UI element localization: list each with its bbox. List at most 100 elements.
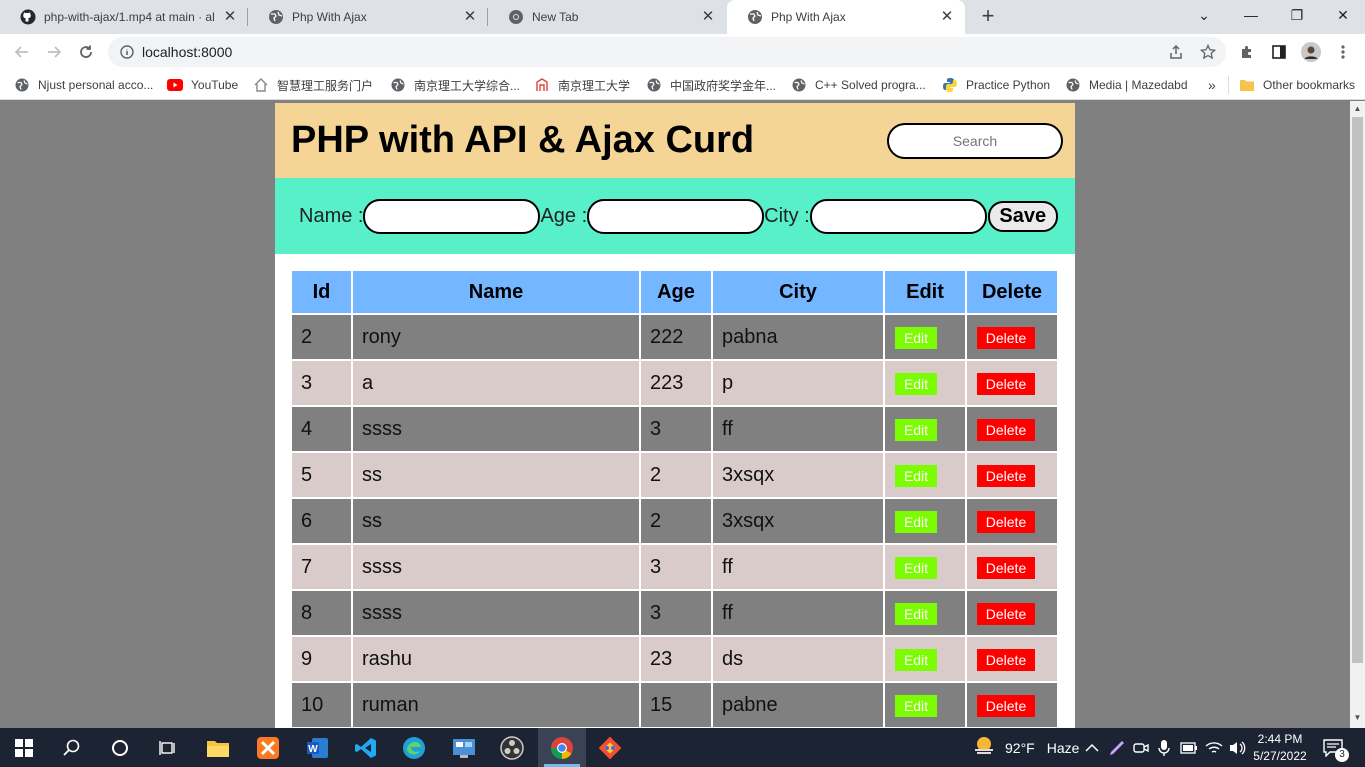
bookmark-item[interactable]: 中国政府奖学金年... — [646, 76, 776, 94]
delete-button[interactable]: Delete — [977, 464, 1035, 487]
bookmark-item[interactable]: 智慧理工服务门户 — [253, 76, 373, 94]
delete-button[interactable]: Delete — [977, 602, 1035, 625]
task-view-icon[interactable] — [154, 734, 182, 762]
meet-now-icon[interactable] — [1133, 728, 1149, 767]
system-clock[interactable]: 2:44 PM 5/27/2022 — [1245, 731, 1315, 765]
file-explorer-icon[interactable] — [204, 734, 232, 762]
bookmark-star-icon[interactable] — [1198, 42, 1218, 62]
reload-icon[interactable] — [72, 38, 100, 66]
restore-button[interactable]: ❐ — [1274, 0, 1320, 30]
delete-button[interactable]: Delete — [977, 418, 1035, 441]
share-icon[interactable] — [1166, 42, 1186, 62]
xampp-icon[interactable] — [254, 734, 282, 762]
search-icon[interactable] — [58, 734, 86, 762]
edit-button[interactable]: Edit — [895, 418, 937, 441]
name-cell: rony — [353, 315, 639, 359]
edit-cell: Edit — [885, 315, 965, 359]
search-input[interactable] — [887, 123, 1063, 159]
bookmark-item[interactable]: C++ Solved progra... — [791, 76, 926, 94]
other-bookmarks[interactable]: Other bookmarks — [1239, 76, 1355, 94]
delete-button[interactable]: Delete — [977, 556, 1035, 579]
bookmarks-bar: Njust personal acco... YouTube 智慧理工服务门户 … — [0, 70, 1365, 100]
name-cell: ruman — [353, 683, 639, 727]
show-hidden-icons[interactable] — [1085, 728, 1099, 767]
delete-button[interactable]: Delete — [977, 510, 1035, 533]
edit-button[interactable]: Edit — [895, 556, 937, 579]
city-field[interactable] — [809, 198, 987, 234]
vscode-icon[interactable] — [352, 734, 380, 762]
volume-icon[interactable] — [1228, 728, 1246, 767]
browser-tab[interactable]: Php With Ajax ✕ — [248, 0, 488, 34]
close-tab-icon[interactable]: ✕ — [939, 9, 955, 25]
save-button[interactable]: Save — [987, 200, 1058, 232]
chrome-taskbar-icon[interactable] — [538, 728, 586, 767]
name-field[interactable] — [363, 198, 541, 234]
pen-icon[interactable] — [1108, 728, 1126, 767]
new-tab-button[interactable]: + — [976, 4, 1000, 28]
bookmark-label: 智慧理工服务门户 — [277, 78, 374, 93]
control-panel-icon[interactable] — [450, 734, 478, 762]
minimize-button[interactable]: — — [1228, 0, 1274, 30]
close-tab-icon[interactable]: ✕ — [462, 9, 478, 25]
browser-tab[interactable]: php-with-ajax/1.mp4 at main · al ✕ — [0, 0, 248, 34]
table-row: 2 rony 222 pabna Edit Delete — [292, 315, 1057, 359]
bookmark-item[interactable]: 南京理工大学 — [534, 76, 630, 94]
table-row: 8 ssss 3 ff Edit Delete — [292, 591, 1057, 635]
column-header: Id — [292, 271, 351, 313]
profile-avatar[interactable] — [1301, 42, 1321, 62]
bookmark-item[interactable]: Practice Python — [942, 76, 1050, 94]
bookmark-item[interactable]: Media | Mazedabd — [1065, 76, 1188, 94]
scroll-down-icon[interactable]: ▼ — [1353, 713, 1362, 722]
weather-widget[interactable]: 92°F Haze — [973, 728, 1079, 767]
bookmark-item[interactable]: YouTube — [167, 76, 238, 94]
delete-button[interactable]: Delete — [977, 694, 1035, 717]
edit-button[interactable]: Edit — [895, 372, 937, 395]
word-icon[interactable]: W — [304, 734, 332, 762]
name-cell: ssss — [353, 407, 639, 451]
back-icon[interactable] — [8, 38, 36, 66]
wifi-icon[interactable] — [1205, 728, 1223, 767]
site-info-icon[interactable] — [120, 45, 134, 64]
notifications-button[interactable]: 3 — [1323, 728, 1349, 767]
name-cell: a — [353, 361, 639, 405]
edge-icon[interactable] — [400, 734, 428, 762]
edit-button[interactable]: Edit — [895, 510, 937, 533]
menu-icon[interactable] — [1333, 42, 1353, 62]
delete-cell: Delete — [967, 499, 1057, 543]
edit-button[interactable]: Edit — [895, 464, 937, 487]
close-tab-icon[interactable]: ✕ — [700, 9, 716, 25]
battery-icon[interactable] — [1180, 728, 1198, 767]
git-icon[interactable] — [596, 734, 624, 762]
edit-button[interactable]: Edit — [895, 648, 937, 671]
id-cell: 4 — [292, 407, 351, 451]
scroll-up-icon[interactable]: ▲ — [1353, 104, 1362, 113]
city-cell: pabna — [713, 315, 883, 359]
forward-icon[interactable] — [40, 38, 68, 66]
browser-tab[interactable]: New Tab ✕ — [488, 0, 726, 34]
edit-button[interactable]: Edit — [895, 326, 937, 349]
page-scrollbar[interactable]: ▲ ▼ — [1350, 101, 1365, 728]
cortana-icon[interactable] — [106, 734, 134, 762]
extensions-icon[interactable] — [1237, 42, 1257, 62]
address-bar[interactable]: localhost:8000 — [108, 37, 1226, 67]
tab-search-icon[interactable]: ⌄ — [1181, 0, 1227, 30]
delete-button[interactable]: Delete — [977, 372, 1035, 395]
delete-button[interactable]: Delete — [977, 648, 1035, 671]
bookmark-item[interactable]: 南京理工大学综合... — [390, 76, 520, 94]
more-bookmarks-button[interactable]: » — [1208, 76, 1216, 94]
table-row: 5 ss 2 3xsqx Edit Delete — [292, 453, 1057, 497]
edit-button[interactable]: Edit — [895, 694, 937, 717]
scrollbar-thumb[interactable] — [1352, 117, 1363, 663]
close-window-button[interactable]: ✕ — [1320, 0, 1365, 30]
page-viewport: PHP with API & Ajax Curd Name : Age : Ci… — [0, 101, 1350, 728]
delete-button[interactable]: Delete — [977, 326, 1035, 349]
windows-start-icon[interactable] — [10, 734, 38, 762]
edit-button[interactable]: Edit — [895, 602, 937, 625]
bookmark-item[interactable]: Njust personal acco... — [14, 76, 153, 94]
microphone-icon[interactable] — [1157, 728, 1171, 767]
age-field[interactable] — [587, 198, 765, 234]
side-panel-icon[interactable] — [1269, 42, 1289, 62]
close-tab-icon[interactable]: ✕ — [222, 9, 238, 25]
browser-tab-active[interactable]: Php With Ajax ✕ — [727, 0, 965, 34]
obs-icon[interactable] — [498, 734, 526, 762]
